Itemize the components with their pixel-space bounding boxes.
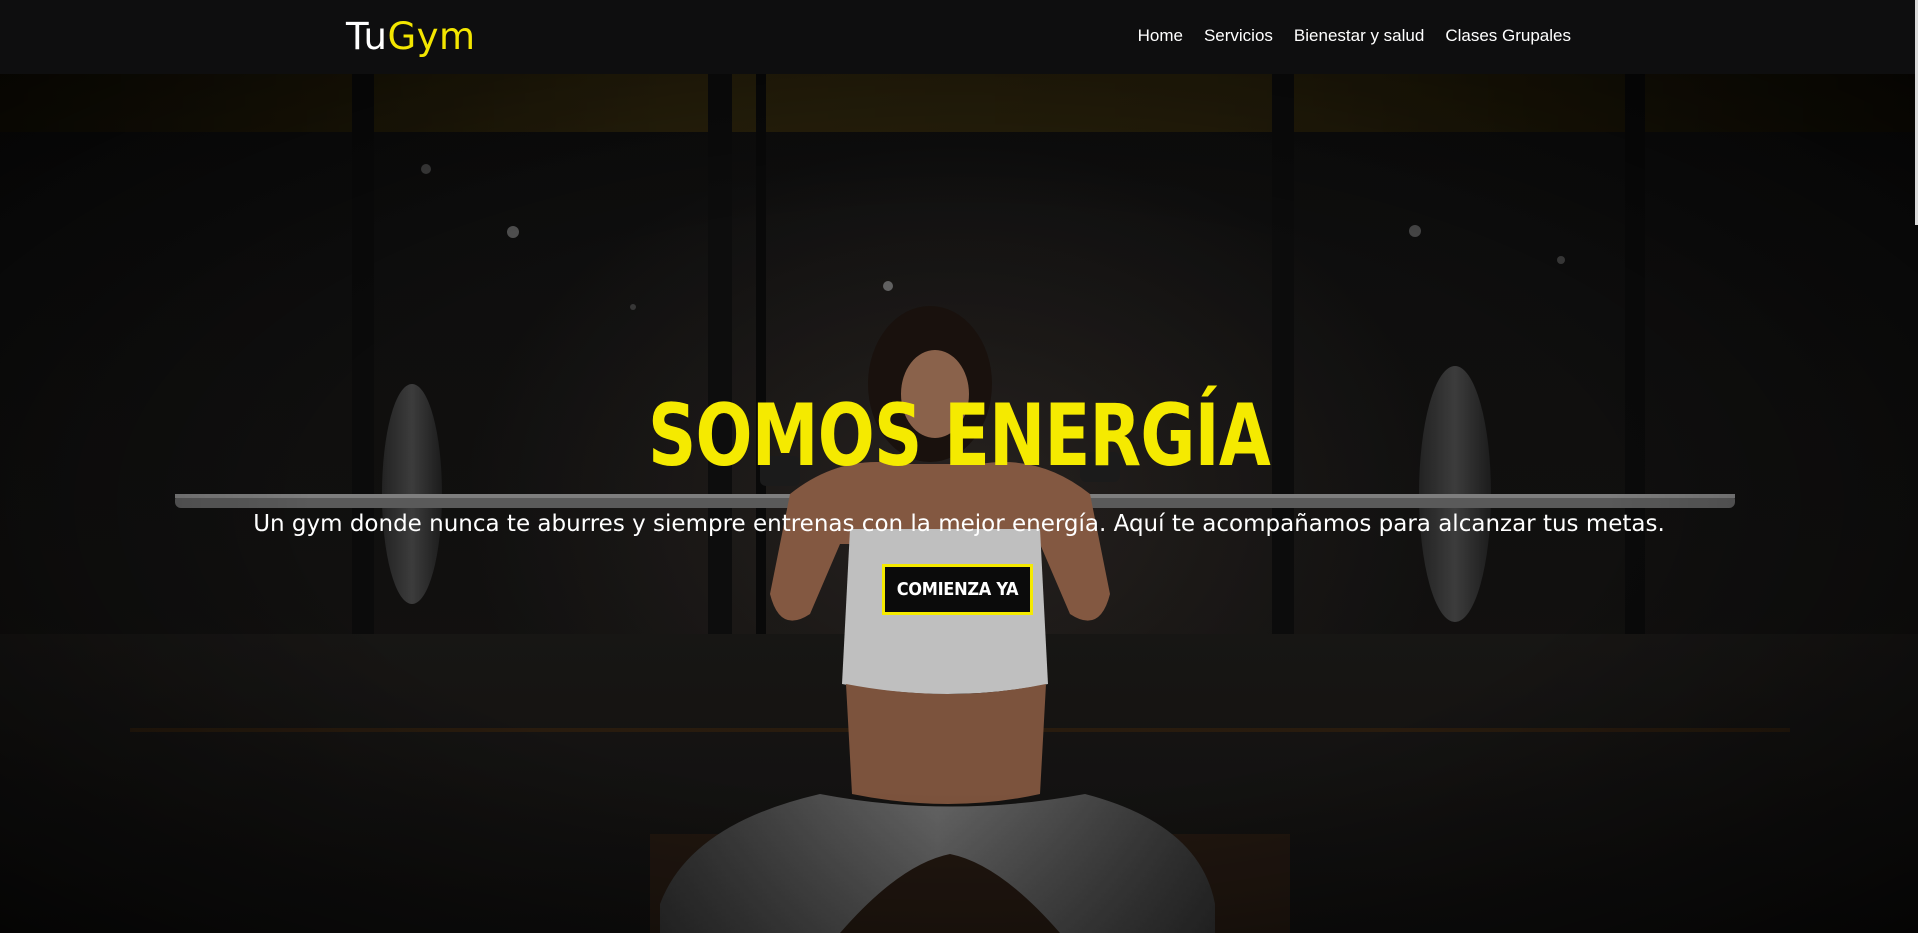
site-logo[interactable]: TuGym xyxy=(346,15,476,59)
hero-headline: SOMOS ENERGÍA xyxy=(647,385,1271,486)
hero-subtitle: Un gym donde nunca te aburres y siempre … xyxy=(253,511,1665,537)
landing-page: TuGym Home Servicios Bienestar y salud C… xyxy=(0,0,1918,933)
nav-link-bienestar[interactable]: Bienestar y salud xyxy=(1294,26,1424,46)
nav-link-home[interactable]: Home xyxy=(1138,26,1183,46)
top-navbar: TuGym Home Servicios Bienestar y salud C… xyxy=(0,0,1918,74)
nav-link-servicios[interactable]: Servicios xyxy=(1204,26,1273,46)
logo-text-tu: Tu xyxy=(346,15,388,58)
comienza-ya-button[interactable]: COMIENZA YA xyxy=(882,564,1033,615)
main-nav: Home Servicios Bienestar y salud Clases … xyxy=(1138,26,1571,46)
logo-text-gym: Gym xyxy=(387,15,476,58)
hero-section xyxy=(0,74,1918,933)
nav-link-clases-grupales[interactable]: Clases Grupales xyxy=(1445,26,1571,46)
hero-background-image xyxy=(0,74,1918,933)
